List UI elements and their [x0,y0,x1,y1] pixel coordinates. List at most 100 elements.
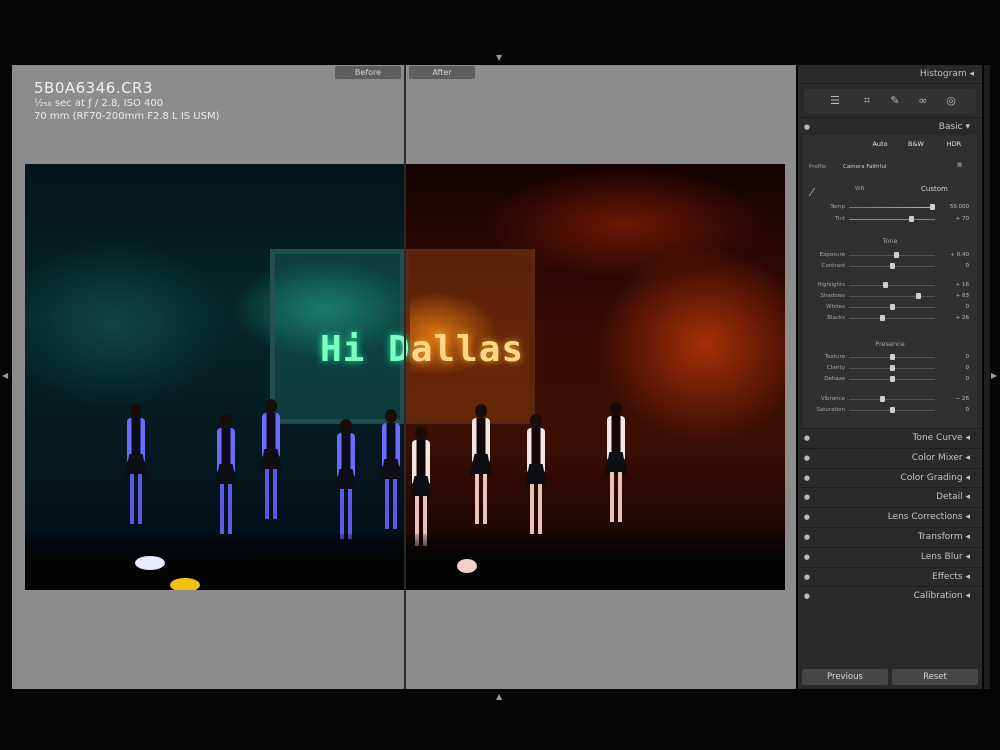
crop-icon[interactable]: ⌗ [860,94,874,108]
section-toggle-icon[interactable]: ● [802,454,810,461]
auto-button[interactable]: Auto [863,138,897,150]
section-tone-curve[interactable]: ● Tone Curve ◂ [798,428,982,446]
slider-thumb[interactable] [890,365,895,371]
slider-label: Highlights [817,282,845,288]
slider-saturation[interactable]: Saturation 0 [803,406,977,415]
slider-thumb[interactable] [879,396,885,402]
dancer-figure [525,414,547,534]
red-eye-icon[interactable]: ∞ [916,94,930,108]
slider-track[interactable] [849,399,935,400]
slider-thumb[interactable] [908,216,914,222]
slider-shadows[interactable]: Shadows + 83 [803,292,977,301]
section-toggle-icon[interactable]: ● [802,474,810,481]
slider-thumb[interactable] [890,304,895,310]
stage-screen-text: Hi Dallas [320,329,525,370]
slider-thumb[interactable] [929,204,935,210]
section-color-mixer[interactable]: ● Color Mixer ◂ [798,447,982,466]
section-toggle-icon[interactable]: ● [802,514,810,521]
slider-thumb[interactable] [890,354,895,360]
slider-exposure[interactable]: Exposure + 0.40 [803,251,977,260]
section-effects[interactable]: ● Effects ◂ [798,566,982,585]
section-toggle-icon[interactable]: ● [802,573,810,580]
section-toggle-icon[interactable]: ● [802,593,810,600]
previous-button[interactable]: Previous [802,669,888,685]
dancer-figure [215,414,237,534]
top-panel-toggle-icon[interactable]: ▼ [496,54,502,62]
profile-value[interactable]: Camera Faithful [843,164,886,171]
section-lens-blur[interactable]: ● Lens Blur ◂ [798,546,982,565]
slider-thumb[interactable] [890,376,895,382]
slider-whites[interactable]: Whites 0 [803,303,977,312]
section-toggle-icon[interactable]: ● [802,494,810,501]
wb-label: WB [855,186,865,192]
slider-contrast[interactable]: Contrast 0 [803,262,977,271]
slider-value[interactable]: 0 [966,364,970,373]
section-calibration[interactable]: ● Calibration ◂ [798,586,982,604]
slider-track[interactable] [849,255,935,256]
basic-section-header[interactable]: ● Basic ▾ [798,117,982,135]
slider-value[interactable]: 0 [966,375,970,384]
slider-value[interactable]: 0 [966,406,970,415]
slider-blacks[interactable]: Blacks + 26 [803,314,977,323]
slider-value[interactable]: + 26 [956,314,969,323]
dancer-figure [605,402,627,522]
slider-thumb[interactable] [894,252,900,258]
hdr-button[interactable]: HDR [937,138,971,150]
right-panel-toggle-icon[interactable]: ▶ [991,372,997,380]
slider-value[interactable]: 0 [966,303,970,312]
slider-value[interactable]: − 26 [956,395,969,404]
section-label: Transform [917,532,963,542]
section-toggle-icon[interactable]: ● [802,553,810,560]
section-transform[interactable]: ● Transform ◂ [798,527,982,545]
slider-value[interactable]: 0 [966,353,970,362]
slider-value[interactable]: 50,000 [950,203,969,212]
slider-clarity[interactable]: Clarity 0 [803,364,977,373]
section-label: Detail [936,492,963,503]
left-panel-toggle-icon[interactable]: ◀ [2,372,8,380]
section-detail[interactable]: ● Detail ◂ [798,487,982,505]
slider-track[interactable] [849,219,935,220]
wb-value[interactable]: Custom [921,186,948,193]
bottom-panel-toggle-icon[interactable]: ▲ [496,693,502,701]
dancer-figure [470,404,492,524]
profile-browser-icon[interactable]: ▦ [957,162,962,169]
slider-value[interactable]: + 70 [956,215,969,224]
slider-value[interactable]: + 16 [956,281,969,290]
histogram-header[interactable]: Histogram ◂ [798,65,982,84]
slider-label: Tint [834,216,845,222]
bw-button[interactable]: B&W [899,138,933,150]
slider-highlights[interactable]: Highlights + 16 [803,281,977,290]
slider-tint[interactable]: Tint + 70 [803,215,977,224]
section-color-grading[interactable]: ● Color Grading ◂ [798,467,982,486]
masking-icon[interactable]: ◎ [944,94,958,108]
slider-value[interactable]: 0 [966,262,970,271]
slider-track[interactable] [849,318,935,319]
slider-thumb[interactable] [883,282,889,288]
slider-thumb[interactable] [915,293,921,299]
slider-dehaze[interactable]: Dehaze 0 [803,375,977,384]
white-balance-picker-icon[interactable]: ⁄ [811,187,813,199]
slider-thumb[interactable] [890,263,895,269]
slider-thumb[interactable] [879,315,885,321]
panel-scrollbar[interactable] [984,65,990,689]
slider-vibrance[interactable]: Vibrance − 26 [803,395,977,404]
reset-button[interactable]: Reset [892,669,978,685]
slider-texture[interactable]: Texture 0 [803,353,977,362]
slider-track[interactable] [849,207,935,208]
healing-icon[interactable]: ✎ [888,94,902,108]
slider-track[interactable] [849,285,935,286]
expand-arrow-icon: ◂ [962,571,970,582]
slider-label: Blacks [827,315,845,321]
before-after-split-line[interactable] [404,65,406,689]
slider-track[interactable] [849,296,935,297]
before-after-viewer[interactable]: Before After 5B0A6346.CR3 ¹⁄₂₅₀ sec at ƒ… [12,65,796,689]
panel-switch-icon[interactable]: ● [802,124,810,131]
slider-thumb[interactable] [890,407,895,413]
section-toggle-icon[interactable]: ● [802,534,810,541]
slider-value[interactable]: + 0.40 [950,251,969,260]
section-lens-corrections[interactable]: ● Lens Corrections ◂ [798,507,982,525]
slider-temp[interactable]: Temp 50,000 [803,203,977,212]
section-toggle-icon[interactable]: ● [802,435,810,442]
edit-sliders-icon[interactable]: ☰ [828,94,842,108]
slider-value[interactable]: + 83 [956,292,969,301]
